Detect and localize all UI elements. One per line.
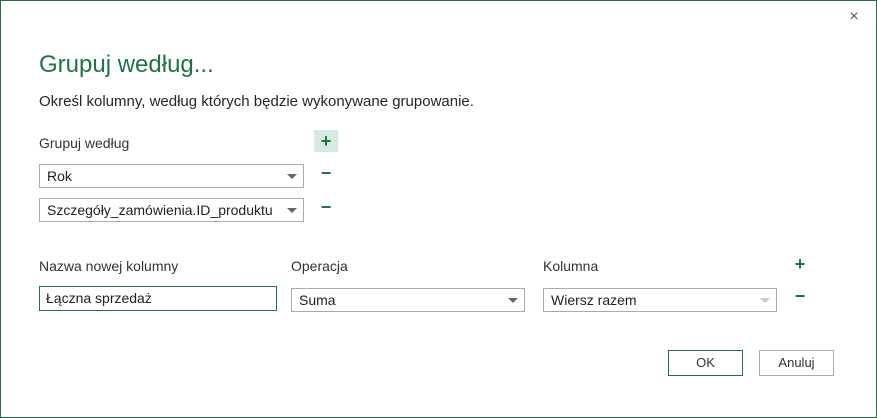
cancel-button[interactable]: Anuluj xyxy=(759,350,834,376)
close-icon[interactable]: × xyxy=(846,9,862,25)
group-by-select-2-value: Szczegóły_zamówienia.ID_produktu xyxy=(47,202,273,218)
group-by-label: Grupuj według xyxy=(39,135,130,151)
chevron-down-icon xyxy=(508,298,518,303)
chevron-down-icon xyxy=(287,208,297,213)
column-label: Kolumna xyxy=(543,258,599,274)
new-column-name-input[interactable]: Łączna sprzedaż xyxy=(39,286,277,311)
dialog-description: Określ kolumny, według których będzie wy… xyxy=(39,93,474,110)
new-column-name-label: Nazwa nowej kolumny xyxy=(39,258,179,274)
dialog-title: Grupuj według... xyxy=(39,51,214,78)
chevron-down-icon xyxy=(287,174,297,179)
group-by-dialog: × Grupuj według... Określ kolumny, wedłu… xyxy=(0,0,877,418)
column-select[interactable]: Wiersz razem xyxy=(543,288,777,312)
operation-select-value: Suma xyxy=(299,292,336,308)
group-by-select-1-value: Rok xyxy=(47,168,72,184)
column-select-value: Wiersz razem xyxy=(551,292,637,308)
operation-select[interactable]: Suma xyxy=(291,288,525,312)
add-aggregation-plus-icon[interactable]: + xyxy=(788,253,812,275)
operation-label: Operacja xyxy=(291,258,348,274)
group-by-select-2[interactable]: Szczegóły_zamówienia.ID_produktu xyxy=(39,198,304,222)
add-group-plus-icon[interactable]: + xyxy=(314,130,338,152)
remove-aggregation-minus-icon[interactable]: − xyxy=(788,285,812,307)
ok-button[interactable]: OK xyxy=(668,350,743,376)
chevron-down-icon xyxy=(760,298,770,303)
remove-group-1-minus-icon[interactable]: − xyxy=(314,162,338,184)
remove-group-2-minus-icon[interactable]: − xyxy=(314,196,338,218)
group-by-select-1[interactable]: Rok xyxy=(39,164,304,188)
